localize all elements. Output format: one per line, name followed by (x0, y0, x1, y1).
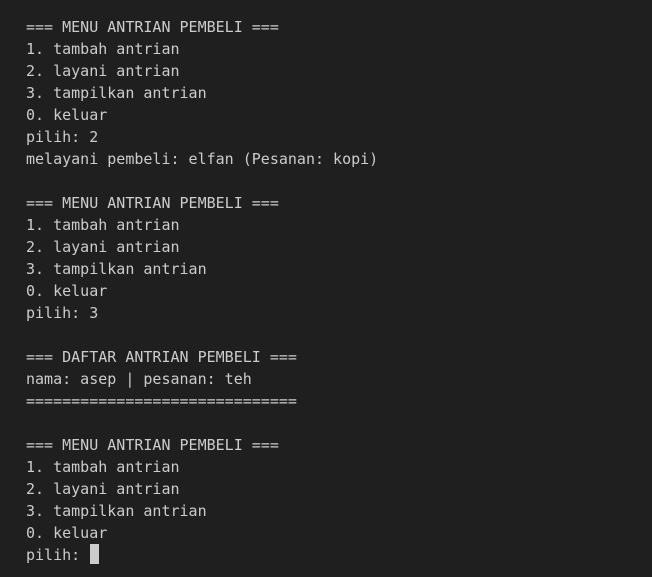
menu-option-exit: 0. keluar (26, 524, 108, 542)
text-cursor (90, 544, 100, 564)
menu-header: === MENU ANTRIAN PEMBELI === (26, 194, 279, 212)
menu-option-serve: 2. layani antrian (26, 480, 180, 498)
menu-header: === MENU ANTRIAN PEMBELI === (26, 436, 279, 454)
queue-entry: nama: asep | pesanan: teh (26, 370, 252, 388)
menu-option-add: 1. tambah antrian (26, 40, 180, 58)
serve-result: melayani pembeli: elfan (Pesanan: kopi) (26, 150, 379, 168)
menu-option-show: 3. tampilkan antrian (26, 84, 207, 102)
menu-option-serve: 2. layani antrian (26, 62, 180, 80)
menu-option-add: 1. tambah antrian (26, 458, 180, 476)
queue-list-header: === DAFTAR ANTRIAN PEMBELI === (26, 348, 297, 366)
input-prompt-line[interactable]: pilih: (26, 544, 652, 566)
menu-option-exit: 0. keluar (26, 282, 108, 300)
terminal-output[interactable]: === MENU ANTRIAN PEMBELI === 1. tambah a… (0, 0, 652, 577)
menu-option-show: 3. tampilkan antrian (26, 260, 207, 278)
menu-option-serve: 2. layani antrian (26, 238, 180, 256)
menu-option-show: 3. tampilkan antrian (26, 502, 207, 520)
menu-option-add: 1. tambah antrian (26, 216, 180, 234)
menu-header: === MENU ANTRIAN PEMBELI === (26, 18, 279, 36)
menu-option-exit: 0. keluar (26, 106, 108, 124)
queue-list-separator: ============================== (26, 392, 297, 410)
input-prompt: pilih: (26, 546, 90, 564)
user-choice: pilih: 3 (26, 304, 99, 322)
user-choice: pilih: 2 (26, 128, 99, 146)
